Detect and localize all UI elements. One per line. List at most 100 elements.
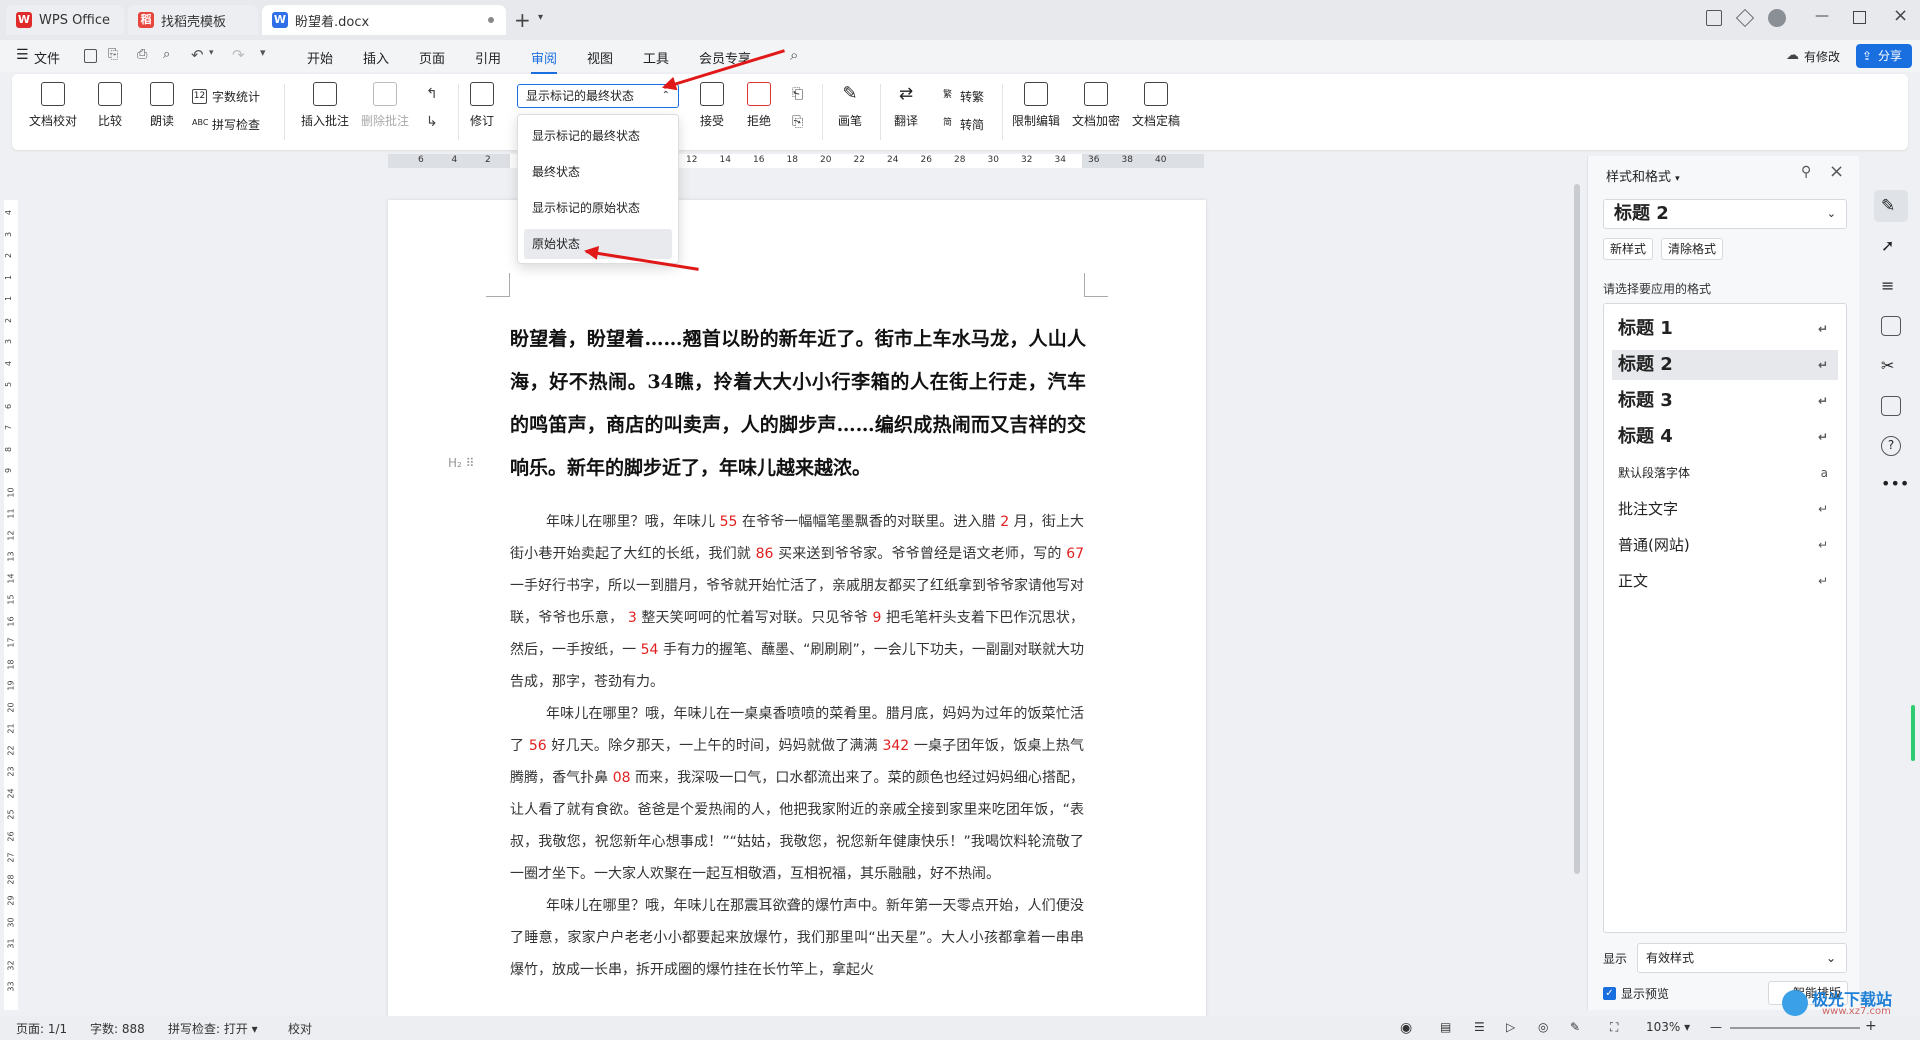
- clear-format-button[interactable]: 清除格式: [1661, 238, 1724, 260]
- layout-icon[interactable]: [1706, 10, 1722, 26]
- menu-file[interactable]: 文件: [34, 48, 60, 67]
- print-icon[interactable]: ⎙: [137, 47, 147, 62]
- pen-mode-icon[interactable]: ✎: [1570, 1020, 1580, 1034]
- menu-tools[interactable]: 工具: [643, 48, 669, 67]
- image-edit-icon[interactable]: [1881, 316, 1901, 336]
- more-chevron-icon[interactable]: ▾: [260, 46, 266, 59]
- restrict-edit-button[interactable]: 限制编辑: [1012, 82, 1060, 129]
- word-count-button[interactable]: 12 字数统计: [192, 88, 260, 105]
- style-item[interactable]: 标题 3 ↵: [1612, 386, 1838, 416]
- tab-document[interactable]: W 盼望着.docx: [262, 5, 506, 35]
- minimize-icon[interactable]: —: [1815, 8, 1829, 24]
- prev-comment-icon[interactable]: ↰: [426, 86, 438, 102]
- close-panel-icon[interactable]: ×: [1829, 161, 1844, 182]
- share-button[interactable]: ⇪ 分享: [1856, 44, 1912, 68]
- help-icon[interactable]: ?: [1881, 436, 1901, 456]
- zoom-slider[interactable]: [1730, 1027, 1860, 1029]
- accept-button[interactable]: 接受: [700, 82, 724, 129]
- option-final-with-markup[interactable]: 显示标记的最终状态: [524, 121, 672, 151]
- paragraph-3[interactable]: 年味儿在哪里？哦，年味儿在那震耳欲聋的爆竹声中。新年第一天零点开始，人们便没了睡…: [510, 890, 1084, 986]
- menu-start[interactable]: 开始: [307, 48, 333, 67]
- option-final[interactable]: 最终状态: [524, 157, 672, 187]
- prev-revision-icon[interactable]: ⎗: [792, 86, 803, 102]
- translate-button[interactable]: ⇄ 翻译: [894, 82, 918, 129]
- new-tab-plus-icon[interactable]: +: [514, 8, 531, 32]
- select-cursor-icon[interactable]: ➚: [1881, 236, 1901, 256]
- current-style-select[interactable]: 标题 2 ⌄: [1603, 199, 1847, 229]
- tab-docer[interactable]: 稻 找稻壳模板: [128, 5, 258, 35]
- undo-dropdown-chevron-icon[interactable]: ▾: [209, 48, 214, 58]
- play-icon[interactable]: ▷: [1506, 1020, 1515, 1034]
- finalize-button[interactable]: 文档定稿: [1132, 82, 1180, 129]
- close-window-icon[interactable]: ×: [1893, 5, 1908, 26]
- revise-button[interactable]: 修订: [470, 82, 494, 129]
- style-brush-icon[interactable]: ✎: [1881, 196, 1901, 216]
- outline-view-icon[interactable]: ☰: [1474, 1020, 1485, 1034]
- style-item[interactable]: 标题 4 ↵: [1612, 422, 1838, 452]
- option-original-with-markup[interactable]: 显示标记的原始状态: [524, 193, 672, 223]
- scrollbar-thumb[interactable]: [1574, 184, 1580, 874]
- menu-insert[interactable]: 插入: [363, 48, 389, 67]
- zoom-level[interactable]: 103% ▾: [1646, 1020, 1690, 1034]
- search-icon[interactable]: ⌕: [790, 46, 798, 64]
- tools-icon[interactable]: ✂: [1881, 356, 1901, 376]
- new-style-button[interactable]: 新样式: [1603, 238, 1654, 260]
- document-body[interactable]: 年味儿在哪里？哦，年味儿 55 在爷爷一幅幅笔墨飘香的对联里。进入腊 2 月，街…: [510, 506, 1084, 986]
- next-comment-icon[interactable]: ↳: [426, 114, 438, 130]
- to-simplified-button[interactable]: 简 转简: [940, 116, 984, 133]
- paragraph-1[interactable]: 年味儿在哪里？哦，年味儿 55 在爷爷一幅幅笔墨飘香的对联里。进入腊 2 月，街…: [510, 506, 1084, 698]
- pin-icon[interactable]: ⚲: [1801, 164, 1811, 180]
- next-revision-icon[interactable]: ⎘: [792, 114, 803, 130]
- zoom-out-icon[interactable]: —: [1710, 1020, 1722, 1034]
- style-item[interactable]: 标题 2 ↵: [1612, 350, 1838, 380]
- paragraph-2[interactable]: 年味儿在哪里？哦，年味儿在一桌桌香喷喷的菜肴里。腊月底，妈妈为过年的饭菜忙活了 …: [510, 698, 1084, 890]
- page-view-icon[interactable]: ▤: [1440, 1020, 1451, 1034]
- save-icon[interactable]: [84, 49, 97, 63]
- style-item[interactable]: 默认段落字体 a: [1612, 458, 1838, 488]
- export-pdf-icon[interactable]: ⎘: [108, 47, 118, 62]
- insert-comment-button[interactable]: 插入批注: [301, 82, 349, 129]
- read-aloud-button[interactable]: 朗读: [150, 82, 174, 129]
- fit-page-icon[interactable]: ⛶: [1610, 1020, 1618, 1035]
- menu-review[interactable]: 审阅: [531, 48, 558, 74]
- page-count[interactable]: 页面: 1/1: [16, 1020, 67, 1037]
- web-view-icon[interactable]: ◎: [1538, 1020, 1548, 1034]
- compare-button[interactable]: 比较: [98, 82, 122, 129]
- ink-button[interactable]: ✎ 画笔: [838, 82, 862, 129]
- menu-page[interactable]: 页面: [419, 48, 445, 67]
- hamburger-icon[interactable]: ☰: [16, 47, 29, 63]
- style-item[interactable]: 正文 ↵: [1612, 566, 1838, 596]
- encrypt-button[interactable]: 文档加密: [1072, 82, 1120, 129]
- proof-status[interactable]: 校对: [288, 1020, 312, 1037]
- show-styles-select[interactable]: 有效样式 ⌄: [1637, 943, 1847, 973]
- document-scrollbar[interactable]: [1572, 156, 1582, 1010]
- more-icon[interactable]: •••: [1881, 474, 1909, 494]
- spell-check-button[interactable]: ABC 拼写检查: [192, 116, 260, 133]
- delete-comment-button[interactable]: 删除批注: [361, 82, 409, 129]
- cube-icon[interactable]: [1735, 8, 1755, 28]
- to-traditional-button[interactable]: 繁 转繁: [940, 88, 984, 105]
- undo-icon[interactable]: ↶: [191, 46, 204, 64]
- review-mode-select[interactable]: 显示标记的最终状态 ⌃: [517, 84, 679, 108]
- word-count-status[interactable]: 字数: 888: [90, 1020, 145, 1037]
- style-item[interactable]: 普通(网站) ↵: [1612, 530, 1838, 560]
- avatar[interactable]: [1768, 9, 1786, 27]
- show-preview-checkbox[interactable]: ✓ 显示预览: [1603, 985, 1669, 1002]
- horizontal-ruler[interactable]: 642246810121416182022242628303234363840: [388, 154, 1204, 168]
- style-item[interactable]: 标题 1 ↵: [1612, 314, 1838, 344]
- spell-check-status[interactable]: 拼写检查: 打开 ▾: [168, 1020, 258, 1037]
- redo-icon[interactable]: ↷: [232, 46, 245, 64]
- menu-view[interactable]: 视图: [587, 48, 613, 67]
- adjust-sliders-icon[interactable]: ≡: [1881, 276, 1901, 296]
- eye-icon[interactable]: ◉: [1400, 1020, 1412, 1036]
- proofread-button[interactable]: 文档校对: [29, 82, 77, 129]
- shirt-icon[interactable]: [1881, 396, 1901, 416]
- print-preview-icon[interactable]: ⌕: [163, 47, 170, 62]
- tab-list-chevron-icon[interactable]: ▾: [538, 12, 543, 23]
- style-item[interactable]: 批注文字 ↵: [1612, 494, 1838, 524]
- menu-reference[interactable]: 引用: [475, 48, 501, 67]
- heading-level-marker[interactable]: H₂ ⠿: [448, 456, 474, 470]
- document-heading[interactable]: 盼望着，盼望着……翘首以盼的新年近了。街市上车水马龙，人山人海，好不热闹。34瞧…: [510, 318, 1086, 490]
- has-changes-label[interactable]: 有修改: [1804, 48, 1840, 65]
- restore-icon[interactable]: [1853, 11, 1866, 24]
